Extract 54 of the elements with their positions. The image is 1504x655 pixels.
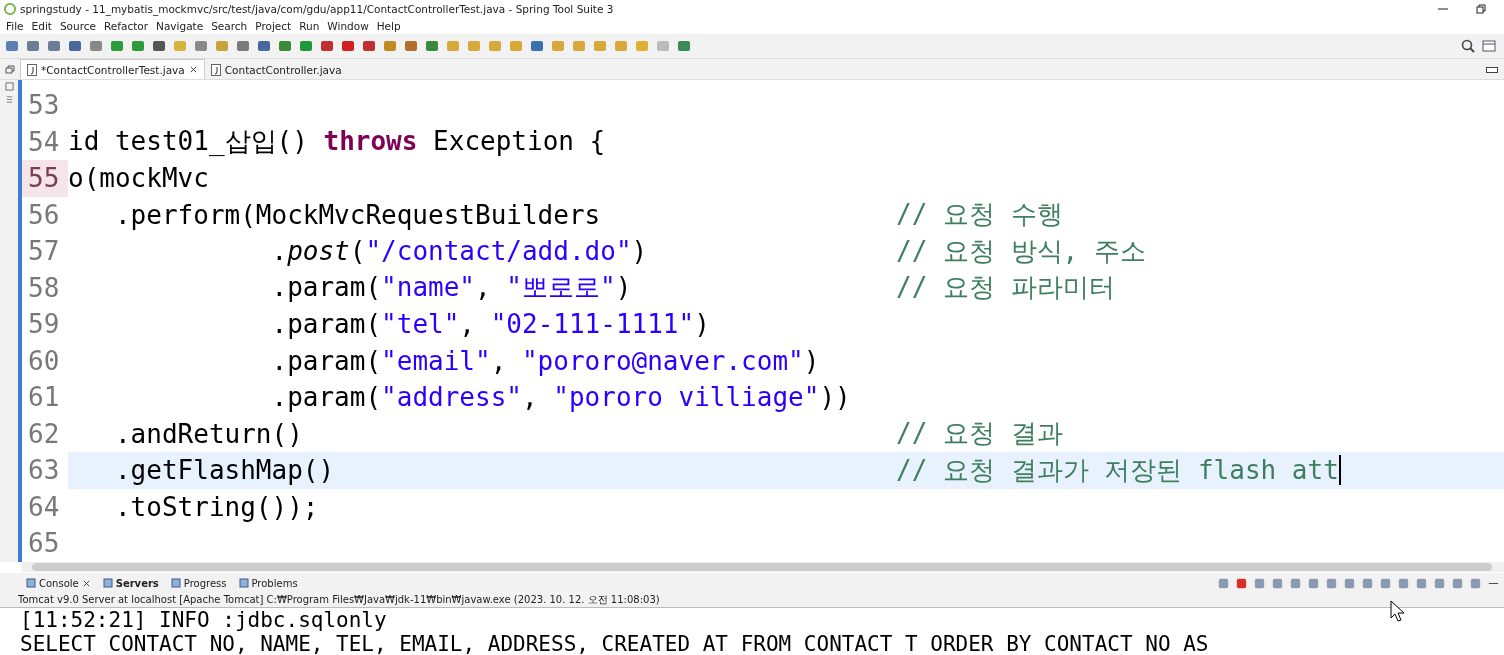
search-icon[interactable] (1460, 38, 1476, 54)
menu-item[interactable]: Help (372, 20, 405, 32)
code-text: .param("email", "pororo@naver.com") (270, 345, 820, 376)
menu-item[interactable]: Source (55, 20, 100, 32)
view-tab[interactable]: Console (20, 573, 97, 593)
view-icon (102, 578, 113, 588)
view-tab[interactable]: Problems (232, 573, 304, 593)
menu-item[interactable]: Run (295, 20, 324, 32)
code-text: .getFlashMap() (113, 455, 335, 486)
menu-item[interactable]: Refactor (100, 20, 153, 32)
code-comment: // 요청 수행 (896, 198, 1063, 232)
mouse-cursor-icon (1390, 600, 1404, 622)
view-icon (170, 578, 181, 588)
code-comment: // 요청 방식, 주소 (896, 234, 1146, 268)
scrollbar-thumb[interactable] (32, 563, 1492, 571)
code-text: id test01_삽입() throws Exception { (68, 126, 606, 157)
view-icon (26, 578, 36, 588)
line-number: 55 (22, 160, 68, 197)
code-comment: // 요청 결과가 저장된 flash att (896, 453, 1339, 487)
code-comment: // 요청 파라미터 (896, 271, 1115, 305)
code-comment: // 요청 결과 (896, 417, 1063, 451)
code-text: .param("name", "뽀로로") (270, 272, 632, 303)
console-line: [11:52:21] INFO :jdbc.sqlonly (20, 608, 387, 632)
menu-item[interactable]: Search (207, 20, 252, 32)
editor-tab[interactable]: ContactController.java (204, 60, 348, 79)
window-title: springstudy - 11_mybatis_mockmvc/src/test/java/com/gdu/app11/ContactControllerTest.java - Spring Tool Suite 3 (20, 3, 614, 15)
java-file-icon (27, 63, 37, 76)
code-text: .param("tel", "02-111-1111") (270, 309, 710, 340)
code-text: o(mockMvc (68, 163, 209, 194)
view-tab[interactable]: Servers (96, 573, 165, 593)
menu-item[interactable]: Navigate (152, 20, 208, 32)
collapse-icon[interactable] (4, 82, 14, 91)
close-icon[interactable] (188, 65, 198, 74)
close-icon[interactable] (81, 578, 91, 588)
code-text: .toString()); (113, 491, 319, 522)
menu-icon[interactable] (5, 65, 15, 75)
code-text: .perform(MockMvcRequestBuilders (113, 199, 601, 230)
view-tab[interactable]: Progress (164, 573, 233, 593)
editor-tab[interactable]: *ContactControllerTest.java (20, 59, 205, 79)
view-icon (238, 578, 249, 588)
console-description: Tomcat v9.0 Server at localhost [Apache Tomcat] C:₩Program Files₩Java₩jdk-11₩bin₩javaw.exe (2023. 10. 12. 오전 11:08:03) (0, 593, 1504, 608)
menu-item[interactable]: Window (323, 20, 373, 32)
menu-item[interactable]: Project (251, 20, 296, 32)
restore-icon[interactable] (1476, 4, 1486, 14)
menu-item[interactable]: File (2, 20, 28, 32)
code-text: .andReturn() (113, 418, 303, 449)
menu-item[interactable]: Edit (27, 20, 56, 32)
code-text: .param("address", "pororo villiage")) (270, 382, 851, 413)
outline-icon[interactable] (4, 95, 14, 104)
line-number: 63 (22, 452, 68, 489)
minimize-icon[interactable] (1486, 67, 1498, 73)
java-file-icon (210, 63, 221, 76)
code-text: .post("/contact/add.do") (270, 236, 648, 267)
app-logo-icon (4, 3, 16, 15)
